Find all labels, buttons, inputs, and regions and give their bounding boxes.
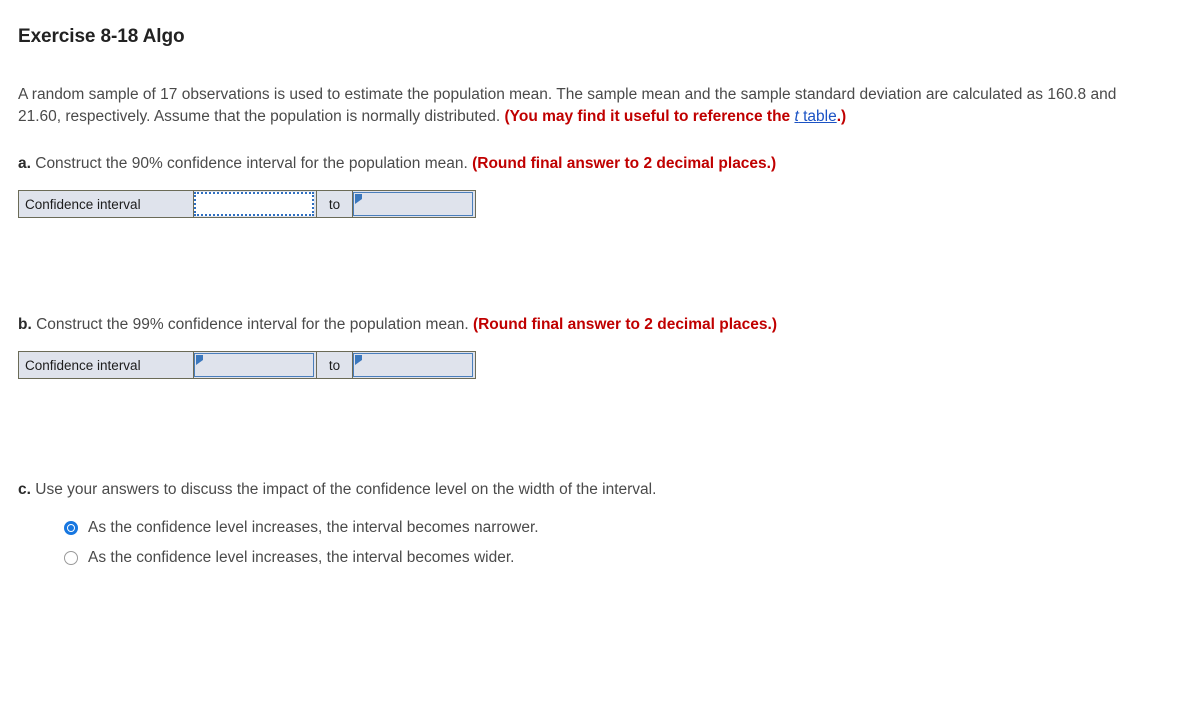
answer-options-c: As the confidence level increases, the i… — [64, 518, 1162, 568]
question-a-round-note: (Round final answer to 2 decimal places.… — [472, 155, 777, 172]
question-b-round-note: (Round final answer to 2 decimal places.… — [472, 316, 777, 333]
question-b-text: Construct the 99% confidence interval fo… — [31, 316, 473, 333]
radio-button-narrower[interactable] — [64, 521, 78, 535]
lower-bound-input-a[interactable] — [194, 192, 314, 216]
option-label-narrower: As the confidence level increases, the i… — [88, 519, 539, 536]
question-a-letter: a. — [18, 155, 31, 172]
hint-open-text: (You may find it useful to reference the — [504, 107, 795, 125]
lower-bound-input-b[interactable] — [194, 353, 314, 377]
question-b: b. Construct the 99% confidence interval… — [18, 314, 1162, 335]
lower-bound-cell-a — [193, 190, 317, 218]
t-table-link[interactable]: t table — [794, 108, 836, 125]
spacer-after-part-a — [18, 218, 1162, 314]
option-label-wider: As the confidence level increases, the i… — [88, 549, 515, 566]
exercise-page: Exercise 8-18 Algo A random sample of 17… — [0, 0, 1180, 568]
lower-bound-wrap-a — [194, 192, 316, 216]
page-title: Exercise 8-18 Algo — [18, 26, 185, 47]
upper-bound-cell-a — [352, 190, 476, 218]
separator-b: to — [316, 351, 353, 379]
question-b-letter: b. — [18, 316, 32, 333]
answer-table-a: Confidence interval to — [18, 190, 476, 218]
lower-bound-cell-b — [193, 351, 317, 379]
spacer-after-part-b — [18, 379, 1162, 479]
answer-table-b: Confidence interval to — [18, 351, 476, 379]
problem-statement: A random sample of 17 observations is us… — [18, 84, 1138, 127]
question-c-letter: c. — [18, 481, 31, 498]
question-a: a. Construct the 90% confidence interval… — [18, 153, 1162, 174]
radio-button-wider[interactable] — [64, 551, 78, 565]
t-table-link-text: table — [798, 107, 837, 125]
upper-bound-input-b[interactable] — [353, 353, 473, 377]
row-label-a: Confidence interval — [18, 190, 194, 218]
option-row-wider[interactable]: As the confidence level increases, the i… — [64, 548, 1162, 568]
hint-close-text: .) — [836, 107, 847, 125]
question-c-text: Use your answers to discuss the impact o… — [30, 481, 657, 498]
question-c: c. Use your answers to discuss the impac… — [18, 479, 1162, 500]
row-label-b: Confidence interval — [18, 351, 194, 379]
upper-bound-wrap-b — [353, 353, 475, 377]
separator-a: to — [316, 190, 353, 218]
upper-bound-input-a[interactable] — [353, 192, 473, 216]
upper-bound-wrap-a — [353, 192, 475, 216]
upper-bound-cell-b — [352, 351, 476, 379]
option-row-narrower[interactable]: As the confidence level increases, the i… — [64, 518, 1162, 538]
table-row: Confidence interval to — [18, 190, 476, 218]
question-a-text: Construct the 90% confidence interval fo… — [30, 155, 473, 172]
lower-bound-wrap-b — [194, 353, 316, 377]
table-row: Confidence interval to — [18, 351, 476, 379]
